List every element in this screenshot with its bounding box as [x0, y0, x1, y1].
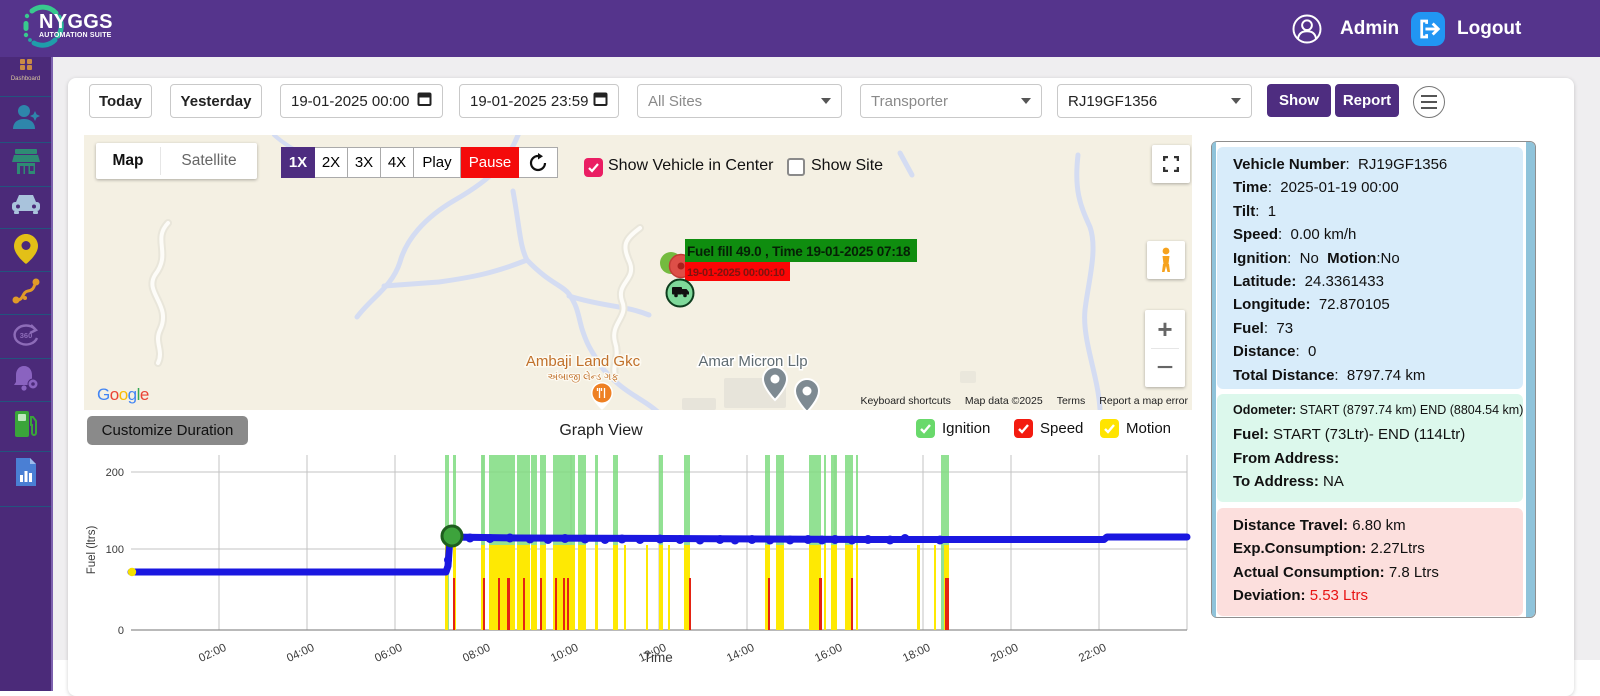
svg-text:06:00: 06:00 [373, 642, 404, 665]
svg-text:02:00: 02:00 [197, 642, 228, 665]
svg-text:04:00: 04:00 [285, 642, 316, 665]
svg-text:0: 0 [118, 625, 124, 637]
svg-text:360: 360 [19, 331, 32, 340]
svg-text:Amar Micron Llp: Amar Micron Llp [698, 353, 807, 370]
svg-text:Time: Time [643, 650, 673, 665]
svg-text:16:00: 16:00 [813, 642, 844, 665]
svg-text:08:00: 08:00 [461, 642, 492, 665]
svg-text:22:00: 22:00 [1077, 642, 1108, 665]
svg-text:10:00: 10:00 [549, 642, 580, 665]
svg-text:200: 200 [106, 467, 124, 479]
svg-text:અંબાજી લેન્ડ ગફ: અંબાજી લેન્ડ ગફ [548, 370, 619, 383]
svg-text:20:00: 20:00 [989, 642, 1020, 665]
svg-text:Ambaji Land Gkc: Ambaji Land Gkc [526, 353, 641, 370]
svg-text:Fuel fill 49.0 , Time 19-01-20: Fuel fill 49.0 , Time 19-01-2025 07:18 [687, 244, 911, 259]
svg-text:100: 100 [106, 544, 124, 556]
svg-text:19-01-2025 00:00:10: 19-01-2025 00:00:10 [687, 267, 785, 279]
svg-text:Fuel (ltrs): Fuel (ltrs) [86, 526, 98, 575]
svg-text:14:00: 14:00 [725, 642, 756, 665]
svg-text:Google: Google [97, 385, 149, 404]
svg-text:18:00: 18:00 [901, 642, 932, 665]
